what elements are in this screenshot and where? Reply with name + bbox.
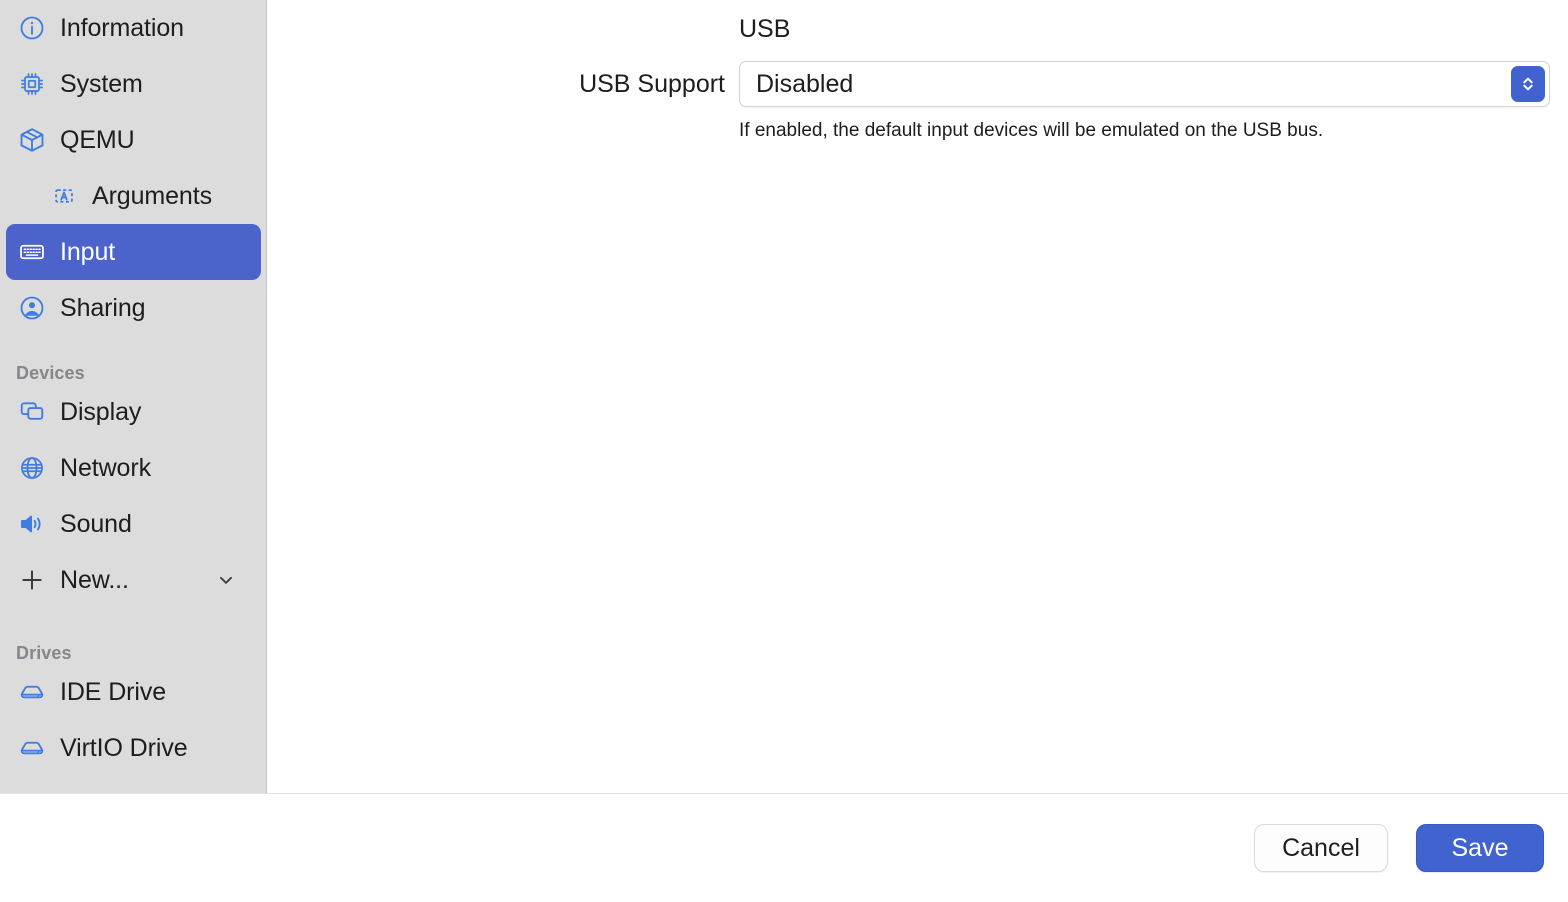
- sidebar-item-label: Display: [60, 397, 142, 426]
- sidebar-item-label: Arguments: [92, 181, 212, 210]
- chevron-up-down-icon[interactable]: [1511, 66, 1545, 102]
- sidebar-item-ide-drive[interactable]: IDE Drive: [6, 664, 261, 720]
- sidebar-item-label: System: [60, 69, 143, 98]
- person-circle-icon: [18, 294, 46, 322]
- usb-support-field-row: USB Support Disabled: [267, 58, 1568, 110]
- windows-stack-icon: [18, 398, 46, 426]
- usb-settings-form: USB USB Support Disabled If enabled, the…: [267, 0, 1568, 142]
- sidebar-scroll-content: Information System QEMU Arguments Input …: [0, 0, 266, 776]
- cancel-button[interactable]: Cancel: [1254, 824, 1388, 872]
- save-button[interactable]: Save: [1416, 824, 1544, 872]
- sidebar-item-label: IDE Drive: [60, 677, 167, 706]
- footer-button-group: Cancel Save: [1254, 824, 1544, 872]
- sidebar-item-input[interactable]: Input: [6, 224, 261, 280]
- info-circle-icon: [18, 14, 46, 42]
- sidebar-item-label: Information: [60, 13, 184, 42]
- helper-spacer: [267, 120, 739, 142]
- sidebar-section-devices: Devices: [16, 363, 85, 383]
- window-split-view: Information System QEMU Arguments Input …: [0, 0, 1568, 793]
- sidebar-item-network[interactable]: Network: [6, 440, 261, 496]
- sidebar-item-label: Sharing: [60, 293, 146, 322]
- usb-support-select[interactable]: Disabled: [739, 61, 1550, 107]
- sidebar-item-label: Input: [60, 237, 116, 266]
- sidebar-item-sound[interactable]: Sound: [6, 496, 261, 552]
- sidebar-item-information[interactable]: Information: [6, 0, 261, 56]
- usb-support-selected-value: Disabled: [756, 69, 854, 98]
- speaker-wave-icon: [18, 510, 46, 538]
- sidebar-item-label: VirtIO Drive: [60, 733, 188, 762]
- sidebar-item-system[interactable]: System: [6, 56, 261, 112]
- sidebar-item-label: QEMU: [60, 125, 135, 154]
- settings-content-pane: USB USB Support Disabled If enabled, the…: [267, 0, 1568, 793]
- globe-icon: [18, 454, 46, 482]
- sidebar-item-new[interactable]: New...: [6, 552, 261, 608]
- sidebar-item-sharing[interactable]: Sharing: [6, 280, 261, 336]
- usb-support-helper-text: If enabled, the default input devices wi…: [739, 120, 1324, 141]
- usb-support-helper-row: If enabled, the default input devices wi…: [267, 110, 1568, 142]
- sidebar-item-label: Sound: [60, 509, 132, 538]
- drive-icon: [18, 678, 46, 706]
- settings-window: Information System QEMU Arguments Input …: [0, 0, 1568, 902]
- text-box-a-icon: [50, 182, 78, 210]
- cpu-chip-icon: [18, 70, 46, 98]
- sidebar[interactable]: Information System QEMU Arguments Input …: [0, 0, 267, 793]
- group-title-usb: USB: [739, 14, 791, 43]
- sidebar-item-label: Network: [60, 453, 151, 482]
- sidebar-item-label: New...: [60, 565, 129, 594]
- usb-support-label: USB Support: [579, 69, 725, 98]
- keyboard-icon: [18, 238, 46, 266]
- sidebar-item-display[interactable]: Display: [6, 384, 261, 440]
- sidebar-item-qemu[interactable]: QEMU: [6, 112, 261, 168]
- sidebar-item-arguments[interactable]: Arguments: [6, 168, 261, 224]
- sidebar-section-drives: Drives: [16, 643, 72, 663]
- package-box-icon: [18, 126, 46, 154]
- chevron-down-icon[interactable]: [215, 569, 249, 591]
- plus-icon: [18, 566, 46, 594]
- dialog-footer: Cancel Save: [0, 793, 1568, 902]
- drive-icon: [18, 734, 46, 762]
- sidebar-item-virtio-drive[interactable]: VirtIO Drive: [6, 720, 261, 776]
